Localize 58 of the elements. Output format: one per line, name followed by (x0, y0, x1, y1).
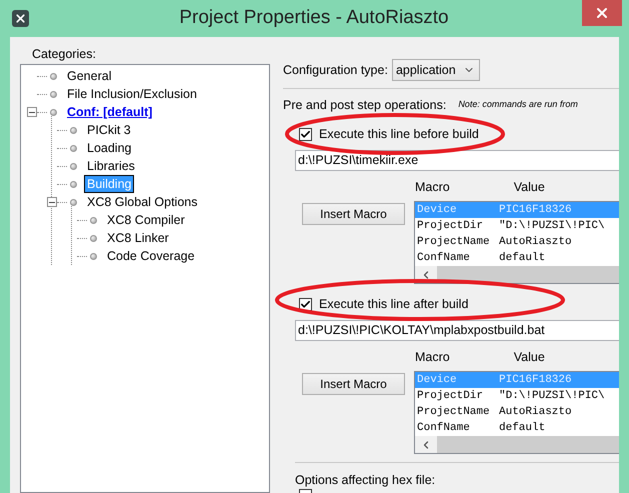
categories-label: Categories: (32, 47, 97, 62)
macro-row[interactable]: ProjectName AutoRiaszto (415, 234, 619, 250)
insert-macro-button[interactable]: Insert Macro (302, 203, 405, 225)
tree-item[interactable]: File Inclusion/Exclusion (65, 86, 199, 102)
macro-value: "D:\!PUZSI\!PIC\ (499, 388, 605, 404)
column-header: Macro (415, 348, 450, 366)
tree-item[interactable]: XC8 Compiler (105, 212, 187, 228)
note-text: Note: commands are run from (458, 98, 578, 112)
configuration-type-dropdown[interactable]: application (392, 59, 480, 81)
command-field[interactable]: d:\!PUZSI\!PIC\KOLTAY\mplabxpostbuild.bat (295, 320, 619, 341)
tree-item[interactable]: XC8 Global Options (85, 194, 200, 210)
collapse-icon[interactable] (47, 197, 57, 207)
tree-item[interactable]: General (65, 68, 114, 84)
macro-row[interactable]: ConfName default (415, 420, 619, 436)
checkbox[interactable] (299, 298, 312, 310)
macro-row[interactable]: ProjectName AutoRiaszto (415, 404, 619, 420)
tree-item[interactable]: PICkit 3 (85, 122, 133, 138)
macro-name: Device (416, 202, 458, 218)
section-label: Options affecting hex file: (295, 472, 436, 487)
macro-name: ConfName (416, 420, 471, 436)
section-label: Pre and post step operations: (283, 96, 446, 114)
macro-name: Device (416, 372, 458, 388)
macro-value: AutoRiaszto (499, 404, 572, 420)
configuration-type-label: Configuration type: (283, 62, 388, 79)
macro-value: "D:\!PUZSI\!PIC\ (499, 218, 605, 234)
window-title: Project Properties - AutoRiaszto (178, 6, 450, 30)
macro-name: ProjectDir (416, 218, 484, 234)
close-button[interactable] (582, 0, 622, 26)
macro-row[interactable]: ProjectDir "D:\!PUZSI\!PIC\ (415, 218, 619, 234)
tree-item[interactable]: Code Coverage (105, 248, 197, 264)
check-icon (300, 128, 311, 140)
collapse-icon[interactable] (27, 107, 37, 117)
macro-row[interactable]: ProjectDir "D:\!PUZSI\!PIC\ (415, 388, 619, 404)
macro-value: default (499, 420, 546, 436)
macro-name: ProjectName (416, 404, 491, 420)
macro-value: default (499, 250, 546, 266)
checkbox-label: Execute this line before build (319, 126, 479, 143)
macro-name: ProjectName (416, 234, 491, 250)
tree-item[interactable]: Conf: [default] (65, 104, 154, 120)
tree-item[interactable]: XC8 Linker (105, 230, 171, 246)
column-header: Macro (415, 178, 450, 196)
macro-value: AutoRiaszto (499, 234, 572, 250)
macro-name: ProjectDir (416, 388, 484, 404)
check-icon (300, 298, 311, 310)
app-icon (12, 10, 29, 27)
checkbox-label: Execute this line after build (319, 296, 468, 313)
tree-item[interactable]: Loading (85, 140, 134, 156)
close-icon (594, 5, 610, 21)
macro-value: PIC16F18326 (499, 372, 572, 388)
macro-name: ConfName (416, 250, 471, 266)
command-field[interactable]: d:\!PUZSI\timekiir.exe (295, 150, 619, 171)
checkbox[interactable] (299, 128, 312, 140)
macro-row[interactable]: ConfName default (415, 250, 619, 266)
macro-value: PIC16F18326 (499, 202, 572, 218)
insert-macro-button[interactable]: Insert Macro (302, 373, 405, 395)
column-header: Value (514, 178, 545, 196)
tree-item[interactable]: Libraries (85, 158, 137, 174)
column-header: Value (514, 348, 545, 366)
